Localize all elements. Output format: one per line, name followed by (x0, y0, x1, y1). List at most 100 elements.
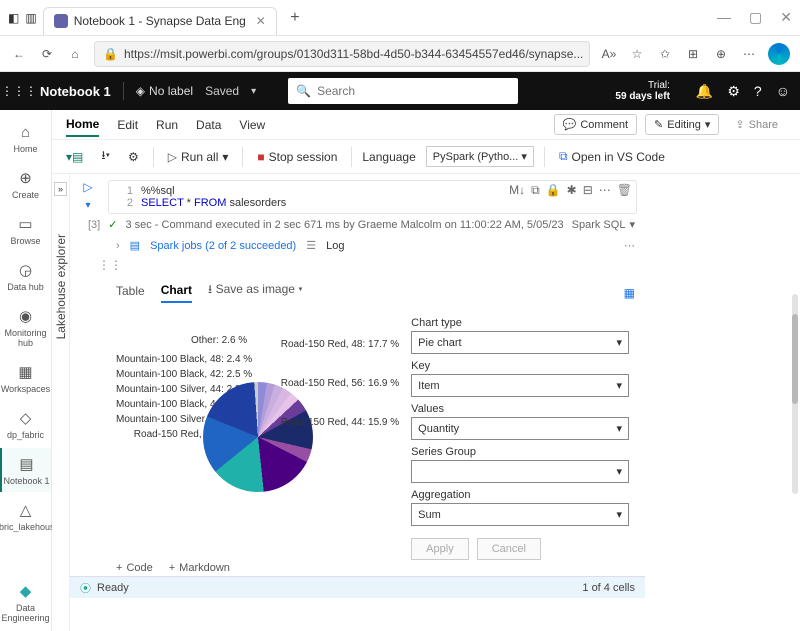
tabs-icon[interactable]: ▥ (25, 11, 36, 25)
language-select[interactable]: PySpark (Pytho... ▾ (426, 146, 534, 167)
rail-workspaces[interactable]: ▦Workspaces (0, 356, 51, 400)
app-header: ⋮⋮⋮ Notebook 1 ◈ No label Saved ▾ 🔍 Tria… (0, 72, 800, 110)
scrollbar[interactable] (792, 294, 798, 494)
notebook-icon: ▤ (17, 454, 37, 474)
md-icon[interactable]: M↓ (509, 183, 525, 198)
cell-lang[interactable]: Spark SQL ▾ (572, 218, 635, 231)
home-icon[interactable]: ⌂ (66, 45, 84, 63)
add-code-button[interactable]: +Code (116, 562, 153, 574)
read-aloud-icon[interactable]: A» (600, 45, 618, 63)
menu-edit[interactable]: Edit (117, 114, 138, 136)
share-button[interactable]: ⇪Share (727, 114, 786, 135)
save-button[interactable]: ▾▤ (62, 148, 87, 166)
url-field[interactable]: 🔒 https://msit.powerbi.com/groups/0130d3… (94, 41, 590, 67)
browser-tab[interactable]: Notebook 1 - Synapse Data Eng ✕ (43, 7, 277, 35)
maximize-icon[interactable]: ▢ (749, 9, 762, 26)
comment-button[interactable]: 💬Comment (554, 114, 637, 135)
search-input[interactable] (317, 84, 510, 98)
divider (123, 82, 124, 100)
stop-icon: ■ (257, 150, 264, 164)
run-all-button[interactable]: ▷Run all▾ (164, 148, 233, 166)
rail-browse[interactable]: ▭Browse (0, 208, 51, 252)
rail-home[interactable]: ⌂Home (0, 116, 51, 160)
chevron-right-icon[interactable]: » (54, 182, 67, 196)
bell-icon[interactable]: 🔔 (696, 83, 713, 100)
chevron-down-icon[interactable]: ▾ (251, 86, 256, 97)
values-select[interactable]: Quantity▾ (411, 417, 629, 440)
spark-jobs-link[interactable]: Spark jobs (2 of 2 succeeded) (150, 240, 296, 252)
scroll-thumb[interactable] (792, 314, 798, 404)
chevron-down-icon: ▾ (616, 465, 622, 478)
close-window-icon[interactable]: ✕ (780, 9, 792, 26)
gear-icon[interactable]: ⚙ (727, 83, 740, 100)
delete-icon[interactable]: 🗑 (617, 183, 632, 198)
tab-chart[interactable]: Chart (161, 283, 192, 303)
rail-notebook[interactable]: ▤Notebook 1 (0, 448, 51, 492)
code-editor[interactable]: M↓ ⧉ 🔒 ✱ ⊟ ⋯ 🗑 1%%sql 2SELECT * FROM sal… (108, 180, 637, 214)
download-button[interactable]: ⭳▾ (97, 144, 114, 169)
series-select[interactable]: ▾ (411, 460, 629, 483)
more-icon[interactable]: ⋯ (599, 183, 611, 198)
chart-type-select[interactable]: Pie chart▾ (411, 331, 629, 354)
key-label: Key (411, 360, 629, 372)
copilot-icon[interactable] (768, 43, 790, 65)
menu-data[interactable]: Data (196, 114, 221, 136)
chevron-right-icon[interactable]: › (116, 240, 120, 252)
sensitivity-label[interactable]: ◈ No label (136, 84, 193, 98)
notebook-title[interactable]: Notebook 1 (40, 84, 111, 99)
feedback-icon[interactable]: ☺ (776, 83, 790, 100)
menu-view[interactable]: View (239, 114, 265, 136)
menu-run[interactable]: Run (156, 114, 178, 136)
gear-icon: ⚙ (128, 150, 139, 164)
cancel-button[interactable]: Cancel (477, 538, 541, 560)
rail-monitoring[interactable]: ◉Monitoring hub (0, 300, 51, 354)
star-icon[interactable]: ☆ (628, 45, 646, 63)
agg-label: Aggregation (411, 489, 629, 501)
table-settings-icon[interactable]: ▦ (624, 286, 635, 300)
drag-handle-icon[interactable]: ⋮⋮ (70, 256, 645, 274)
save-image-button[interactable]: ⭳ Save as image ▾ (208, 280, 303, 305)
copy-icon[interactable]: ⧉ (531, 183, 540, 198)
menu-home[interactable]: Home (66, 113, 99, 137)
extensions-icon[interactable]: ⊕ (712, 45, 730, 63)
log-link[interactable]: Log (326, 240, 344, 252)
collections-icon[interactable]: ⊞ (684, 45, 702, 63)
profile-icon[interactable]: ◧ (8, 11, 19, 25)
tab-table[interactable]: Table (116, 284, 145, 302)
agg-select[interactable]: Sum▾ (411, 503, 629, 526)
more-icon[interactable]: ⋯ (740, 45, 758, 63)
add-markdown-button[interactable]: +Markdown (169, 562, 230, 574)
chevron-down-icon[interactable]: ▾ (85, 200, 90, 211)
rail-dpfabric[interactable]: ◇dp_fabric (0, 402, 51, 446)
back-icon[interactable]: ← (10, 45, 28, 63)
rail-persona[interactable]: ◆Data Engineering (0, 575, 51, 631)
chevron-down-icon: ▾ (705, 118, 711, 131)
new-tab-button[interactable]: + (283, 6, 307, 30)
rail-lakehouse[interactable]: △fabric_lakehouse (0, 494, 51, 538)
snowflake-icon[interactable]: ✱ (567, 183, 577, 198)
rail-datahub[interactable]: ◶Data hub (0, 254, 51, 298)
more-icon[interactable]: ⋯ (624, 239, 635, 252)
open-vscode-button[interactable]: ⧉Open in VS Code (555, 147, 669, 166)
search-box[interactable]: 🔍 (288, 78, 518, 104)
editing-button[interactable]: ✎Editing▾ (645, 114, 719, 135)
rail-create[interactable]: ⊕Create (0, 162, 51, 206)
stop-button[interactable]: ■Stop session (253, 148, 341, 166)
header-icons: 🔔 ⚙ ? ☺ (696, 83, 790, 100)
help-icon[interactable]: ? (754, 83, 762, 100)
favorites-icon[interactable]: ✩ (656, 45, 674, 63)
refresh-icon[interactable]: ⟳ (38, 45, 56, 63)
tab-favicon-icon (54, 14, 68, 28)
explorer-collapsed[interactable]: » Lakehouse explorer (52, 174, 70, 631)
close-icon[interactable]: ✕ (256, 14, 266, 28)
apply-button[interactable]: Apply (411, 538, 469, 560)
collapse-icon[interactable]: ⊟ (583, 183, 593, 198)
home-icon: ⌂ (16, 122, 36, 142)
job-row: › ▤ Spark jobs (2 of 2 succeeded) ☰ Log … (70, 235, 645, 256)
run-cell-icon[interactable]: ▷ (83, 180, 92, 194)
app-launcher-icon[interactable]: ⋮⋮⋮ (10, 82, 28, 100)
settings-button[interactable]: ⚙ (124, 148, 143, 166)
lock-icon[interactable]: 🔒 (546, 183, 561, 198)
minimize-icon[interactable]: — (717, 9, 731, 26)
key-select[interactable]: Item▾ (411, 374, 629, 397)
